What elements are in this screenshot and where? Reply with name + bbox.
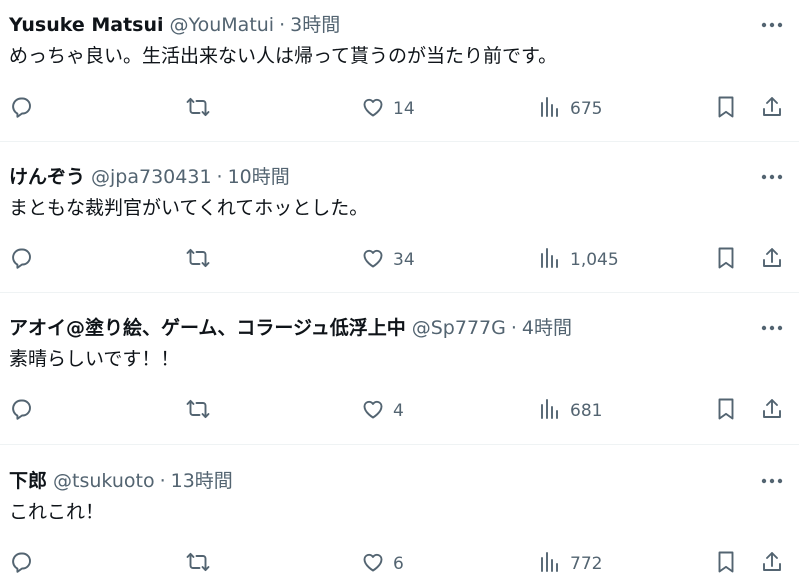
more-icon[interactable] [759,10,785,40]
bookmark-icon [714,246,738,275]
tweet-actions: 4 681 [0,396,799,426]
like-count: 34 [393,250,415,270]
author-name[interactable]: Yusuke Matsui [9,10,164,40]
divider [0,444,799,445]
share-icon [760,95,784,124]
bookmark-icon [714,397,738,426]
like-button[interactable]: 6 [361,549,404,579]
heart-icon [361,397,385,426]
tweet-actions: 14 675 [0,94,799,124]
retweet-icon [186,246,210,275]
share-button[interactable] [760,549,784,579]
tweet-text: これこれ！ [9,501,105,523]
author-name[interactable]: 下郎 [9,466,47,496]
share-icon [760,550,784,579]
timestamp[interactable]: 3時間 [290,10,340,40]
tweet-text: まともな裁判官がいてくれてホッとした。 [9,197,369,219]
share-button[interactable] [760,94,784,124]
retweet-icon [186,550,210,579]
views-button[interactable]: 772 [538,549,602,579]
reply-icon [10,95,34,124]
views-icon [538,246,562,275]
heart-icon [361,246,385,275]
tweet[interactable]: けんぞう @jpa730431 · 10時間 まともな裁判官がいてくれてホッとし… [0,162,799,292]
views-count: 772 [570,554,603,574]
divider [0,292,799,293]
divider [0,141,799,142]
author-name[interactable]: アオイ@塗り絵、ゲーム、コラージュ低浮上中 [9,313,406,343]
reply-button[interactable] [10,396,42,426]
share-button[interactable] [760,396,784,426]
timestamp[interactable]: 10時間 [228,162,290,192]
tweet-header: けんぞう @jpa730431 · 10時間 [9,162,290,192]
bookmark-button[interactable] [714,549,738,579]
tweet[interactable]: Yusuke Matsui @YouMatui · 3時間 めっちゃ良い。生活出… [0,10,799,140]
tweet-actions: 34 1,045 [0,245,799,275]
views-button[interactable]: 675 [538,94,602,124]
like-button[interactable]: 4 [361,396,404,426]
reply-button[interactable] [10,245,42,275]
retweet-button[interactable] [186,245,218,275]
bookmark-button[interactable] [714,94,738,124]
bookmark-button[interactable] [714,396,738,426]
tweet-header: アオイ@塗り絵、ゲーム、コラージュ低浮上中 @Sp777G · 4時間 [9,313,572,343]
share-button[interactable] [760,245,784,275]
like-count: 4 [393,401,404,421]
views-icon [538,397,562,426]
reply-icon [10,246,34,275]
bookmark-button[interactable] [714,245,738,275]
author-name[interactable]: けんぞう [9,162,85,192]
author-handle[interactable]: @Sp777G [412,313,506,343]
views-button[interactable]: 1,045 [538,245,619,275]
views-count: 681 [570,401,603,421]
more-icon[interactable] [759,162,785,192]
author-handle[interactable]: @tsukuoto [53,466,155,496]
views-icon [538,550,562,579]
views-count: 1,045 [570,250,619,270]
retweet-button[interactable] [186,396,218,426]
tweet[interactable]: アオイ@塗り絵、ゲーム、コラージュ低浮上中 @Sp777G · 4時間 素晴らし… [0,313,799,443]
tweet-header: Yusuke Matsui @YouMatui · 3時間 [9,10,340,40]
retweet-button[interactable] [186,94,218,124]
separator: · [159,470,166,492]
heart-icon [361,550,385,579]
tweet-actions: 6 772 [0,549,799,579]
separator: · [279,14,286,36]
bookmark-icon [714,95,738,124]
views-count: 675 [570,99,603,119]
tweet-header: 下郎 @tsukuoto · 13時間 [9,466,233,496]
like-button[interactable]: 14 [361,94,415,124]
share-icon [760,397,784,426]
views-button[interactable]: 681 [538,396,602,426]
timestamp[interactable]: 13時間 [171,466,233,496]
reply-icon [10,397,34,426]
separator: · [510,317,517,339]
author-handle[interactable]: @jpa730431 [91,162,212,192]
reply-button[interactable] [10,94,42,124]
heart-icon [361,95,385,124]
tweet-text: めっちゃ良い。生活出来ない人は帰って貰うのが当たり前です。 [9,45,558,67]
retweet-icon [186,397,210,426]
reply-button[interactable] [10,549,42,579]
like-button[interactable]: 34 [361,245,415,275]
share-icon [760,246,784,275]
author-handle[interactable]: @YouMatui [170,10,275,40]
more-icon[interactable] [759,466,785,496]
like-count: 14 [393,99,415,119]
retweet-button[interactable] [186,549,218,579]
tweet[interactable]: 下郎 @tsukuoto · 13時間 これこれ！ 6 772 [0,466,799,585]
views-icon [538,95,562,124]
separator: · [216,166,223,188]
retweet-icon [186,95,210,124]
timestamp[interactable]: 4時間 [522,313,572,343]
bookmark-icon [714,550,738,579]
tweet-text: 素晴らしいです！！ [9,348,180,370]
like-count: 6 [393,554,404,574]
more-icon[interactable] [759,313,785,343]
reply-icon [10,550,34,579]
